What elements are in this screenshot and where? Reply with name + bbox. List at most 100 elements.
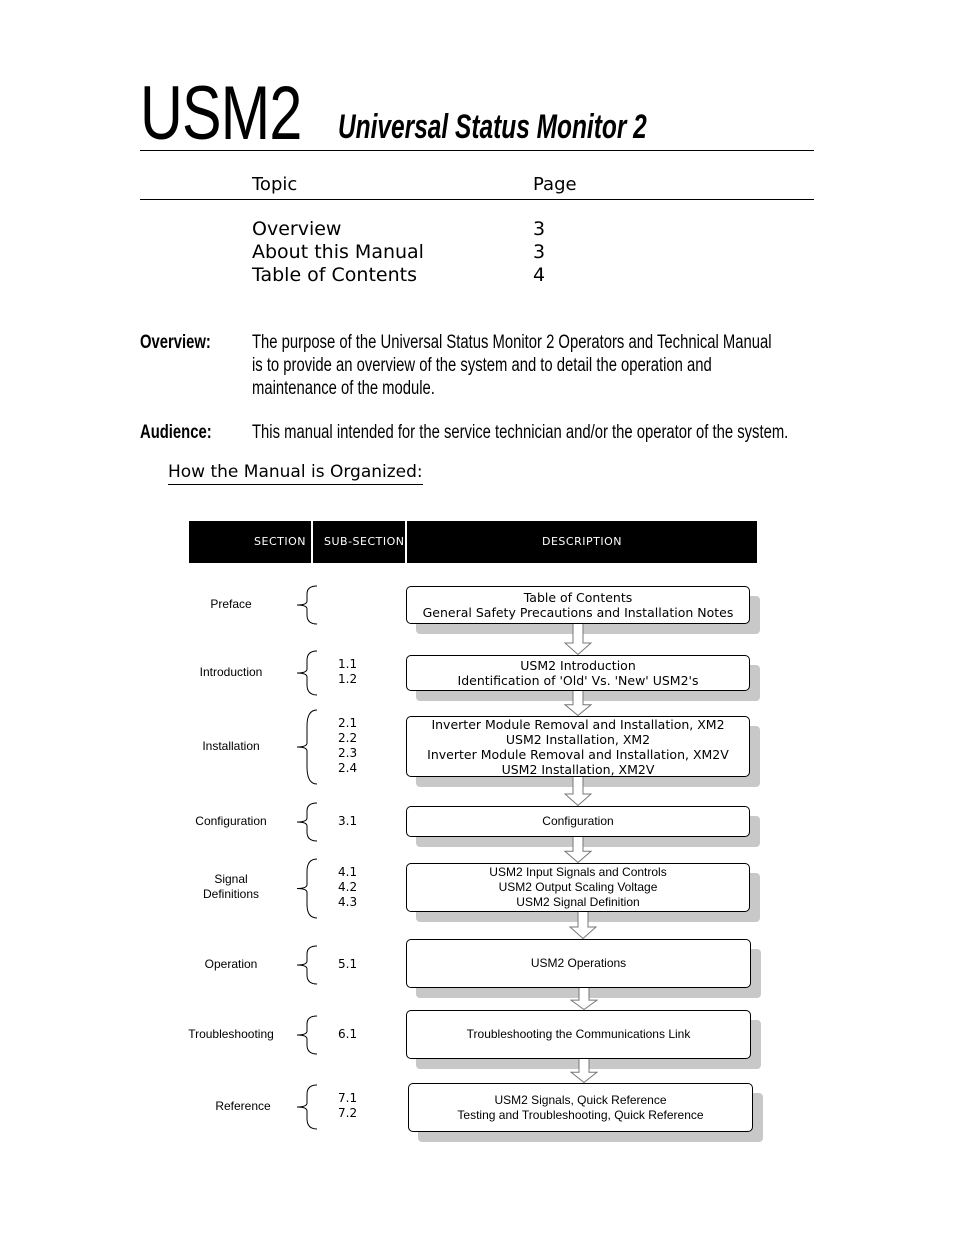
- section-label: Signal Definitions: [181, 872, 281, 902]
- subsection-number[interactable]: 1.1: [338, 657, 378, 672]
- section-label-line: Introduction: [199, 664, 263, 679]
- brace-icon: [296, 858, 318, 918]
- overview-paragraph: Overview: The purpose of the Universal S…: [0, 331, 954, 401]
- description-line: Configuration: [542, 814, 614, 828]
- section-label: Troubleshooting: [181, 1027, 281, 1042]
- audience-label: Audience:: [140, 422, 212, 443]
- toc-col-topic: Topic: [252, 174, 298, 195]
- toc-list: Overview 3 About this Manual 3 Table of …: [252, 218, 572, 287]
- subsection-number[interactable]: 6.1: [338, 1027, 378, 1042]
- toc-header: Topic Page: [140, 172, 814, 200]
- audience-paragraph: Audience: This manual intended for the s…: [0, 421, 954, 445]
- subsection-list: 2.1 2.2 2.3 2.4: [338, 716, 378, 776]
- subsection-number[interactable]: 4.2: [338, 880, 378, 895]
- overview-label: Overview:: [140, 332, 211, 353]
- description-line: USM2 Signal Definition: [516, 895, 640, 909]
- description-line: Table of Contents: [523, 590, 633, 605]
- subsection-number[interactable]: 4.1: [338, 865, 378, 880]
- column-header-subsection-label: SUB-SECTION: [324, 535, 405, 548]
- subsection-number[interactable]: 2.4: [338, 761, 378, 776]
- section-label-line: Reference: [215, 1098, 271, 1113]
- subsection-list: 3.1: [338, 814, 378, 829]
- overview-line: The purpose of the Universal Status Moni…: [252, 332, 772, 353]
- arrow-down-icon: [569, 912, 597, 939]
- brace-icon: [296, 1015, 318, 1055]
- brace-icon: [296, 945, 318, 985]
- description-box[interactable]: USM2 Operations: [406, 939, 751, 988]
- section-label: Preface: [181, 597, 281, 612]
- toc-item[interactable]: Table of Contents 4: [252, 264, 572, 287]
- brace-icon: [296, 650, 318, 696]
- description-line: USM2 Output Scaling Voltage: [498, 880, 658, 894]
- subsection-number[interactable]: 1.2: [338, 672, 378, 687]
- section-label-line: Definitions: [202, 887, 260, 901]
- subsection-number[interactable]: 7.2: [338, 1106, 378, 1121]
- arrow-down-icon: [564, 837, 592, 863]
- section-label: Configuration: [181, 814, 281, 829]
- section-label-line: Operation: [204, 956, 258, 971]
- toc-page: 3: [533, 218, 546, 240]
- description-line: USM2 Operations: [530, 956, 627, 970]
- title-long: Universal Status Monitor 2: [338, 108, 647, 146]
- subsection-number[interactable]: 5.1: [338, 957, 378, 972]
- description-line: General Safety Precautions and Installat…: [422, 605, 734, 620]
- subsection-list: 4.1 4.2 4.3: [338, 865, 378, 910]
- document-title: USM2 Universal Status Monitor 2: [140, 71, 814, 156]
- section-label: Introduction: [181, 665, 281, 680]
- description-box[interactable]: Inverter Module Removal and Installation…: [406, 716, 750, 777]
- description-box[interactable]: USM2 Input Signals and Controls USM2 Outp…: [406, 863, 750, 912]
- arrow-down-icon: [564, 777, 592, 806]
- subsection-list: 7.1 7.2: [338, 1091, 378, 1121]
- section-label-line: Signal: [214, 872, 248, 886]
- section-label: Installation: [181, 739, 281, 754]
- toc-item[interactable]: Overview 3: [252, 218, 572, 241]
- column-header-description-label: DESCRIPTION: [542, 535, 622, 548]
- description-line: Identification of 'Old' Vs. 'New' USM2's: [457, 673, 699, 688]
- brace-icon: [296, 585, 318, 625]
- description-box[interactable]: USM2 Introduction Identification of 'Old'…: [406, 655, 750, 691]
- overview-line: is to provide an overview of the system …: [252, 355, 712, 376]
- subsection-number[interactable]: 2.2: [338, 731, 378, 746]
- subsection-number[interactable]: 2.1: [338, 716, 378, 731]
- brace-icon: [296, 1084, 318, 1130]
- toc-page: 4: [533, 264, 546, 286]
- toc-topic: Table of Contents: [252, 264, 417, 286]
- arrow-down-icon: [569, 988, 598, 1010]
- toc-topic: About this Manual: [252, 241, 424, 263]
- section-label-line: Configuration: [195, 813, 267, 828]
- description-line: USM2 Signals, Quick Reference: [494, 1092, 667, 1107]
- brace-icon: [296, 802, 318, 842]
- overview-line: maintenance of the module.: [252, 378, 435, 399]
- audience-text: This manual intended for the service tec…: [252, 422, 789, 443]
- column-header-section-label: SECTION: [254, 535, 306, 548]
- subsection-number[interactable]: 3.1: [338, 814, 378, 829]
- column-header-subsection: SUB-SECTION: [313, 521, 405, 563]
- arrow-down-icon: [564, 624, 592, 655]
- column-header-description: DESCRIPTION: [407, 521, 757, 563]
- description-line: Inverter Module Removal and Installation…: [431, 716, 725, 732]
- subsection-number[interactable]: 4.3: [338, 895, 378, 910]
- description-box[interactable]: Troubleshooting the Communications Link: [406, 1010, 751, 1059]
- toc-topic: Overview: [252, 218, 342, 240]
- description-line: Inverter Module Removal and Installation…: [427, 746, 729, 762]
- toc-item[interactable]: About this Manual 3: [252, 241, 572, 264]
- description-box[interactable]: Table of Contents General Safety Precauti…: [406, 586, 750, 624]
- section-label-line: Installation: [202, 738, 260, 753]
- arrow-down-icon: [569, 1059, 598, 1083]
- subsection-list: 6.1: [338, 1027, 378, 1042]
- toc-page: 3: [533, 241, 546, 263]
- description-box[interactable]: Configuration: [406, 806, 750, 837]
- subsection-list: 5.1: [338, 957, 378, 972]
- description-line: USM2 Installation, XM2V: [501, 761, 655, 777]
- subsection-number[interactable]: 7.1: [338, 1091, 378, 1106]
- subsection-number[interactable]: 2.3: [338, 746, 378, 761]
- arrow-down-icon: [564, 691, 592, 716]
- column-header-section: SECTION: [189, 521, 311, 563]
- description-box[interactable]: USM2 Signals, Quick Reference Testing and…: [408, 1083, 753, 1132]
- title-short: USM2: [140, 71, 302, 156]
- section-label-line: Preface: [210, 596, 252, 611]
- description-line: Troubleshooting the Communications Link: [466, 1027, 691, 1041]
- description-line: USM2 Installation, XM2: [505, 731, 651, 747]
- description-line: USM2 Input Signals and Controls: [489, 865, 667, 879]
- section-label: Reference: [193, 1099, 293, 1114]
